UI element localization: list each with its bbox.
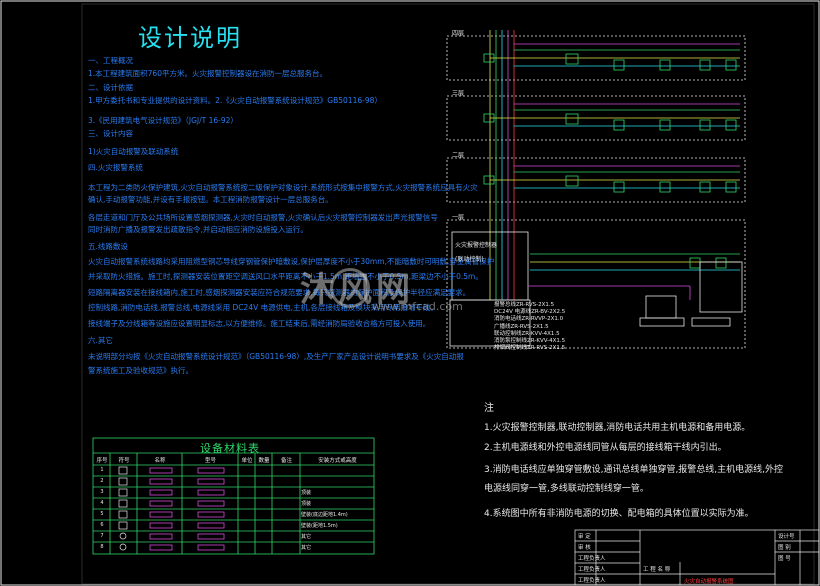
floor-2-bus — [490, 165, 740, 189]
floor-4-bus — [490, 43, 740, 67]
tb-row-3: 工程负责人 — [578, 567, 606, 573]
table-cell: 壁装(距地1.5m) — [301, 523, 338, 529]
materials-header-cell: 序号 — [96, 458, 108, 464]
riser-diagram — [446, 30, 746, 349]
panel-title: 火灾报警控制器 — [455, 242, 498, 249]
spec-line: 三、设计内容 — [88, 129, 133, 138]
cable-legend-item: 排烟阀控制线ZR-RVS-2X1.5 — [494, 345, 566, 352]
table-cell: 6 — [100, 522, 104, 528]
spec-line: 火灾自动报警系统线路均采用阻燃型铜芯导线穿钢管保护暗敷设,保护层厚度不小于30m… — [88, 257, 495, 266]
spec-line: 各层走道和门厅及公共场所设置感烟探测器,火灾时自动报警,火灾确认后火灾报警控制器… — [88, 213, 438, 222]
panel-subtitle: (联动控制) — [455, 256, 484, 263]
materials-header-cell: 型号 — [204, 458, 216, 464]
spec-line: 确认,手动报警功能,并设有手报按钮。本工程消防报警设计一层总服务台。 — [88, 195, 333, 204]
floor-label-1: 一层 — [452, 214, 465, 221]
tb-row-4: 工程负责人 — [578, 578, 606, 584]
page-title: 设计说明 — [138, 24, 242, 52]
floor-label-3: 三层 — [452, 90, 465, 97]
spec-line: 接线端子及分线箱等设施应设置明显标志,以方便维修。施工结束后,需经消防局验收合格… — [88, 319, 431, 328]
table-cell: 2 — [100, 478, 104, 484]
table-cell: 顶装 — [301, 501, 312, 507]
spec-line: 本工程为二类防火保护建筑,火灾自动报警系统按二级保护对象设计.系统形式按集中报警… — [88, 183, 478, 192]
spec-line: 五.线路敷设 — [88, 242, 128, 251]
note-line: 1.火灾报警控制器,联动控制器,消防电话共用主机电源和备用电源。 — [484, 423, 751, 433]
tb-row-0: 审 定 — [578, 534, 591, 540]
materials-header-cell: 符号 — [118, 458, 130, 464]
watermark-url: www.mfcad.com — [372, 300, 463, 313]
spec-line: 二、设计依据 — [88, 83, 133, 92]
tb-project-label: 工 程 名 称 — [643, 567, 671, 573]
floor-3-bus — [490, 103, 740, 127]
tb-row-2: 工程负责人 — [578, 556, 606, 562]
materials-header-cell: 安装方式或高度 — [318, 458, 357, 464]
spec-line: 警系统施工及验收规范》执行。 — [88, 366, 193, 375]
note-line: 3.消防电话线应单独穿管敷设,通讯总线单独穿管,报警总线,主机电源线,外控 — [484, 465, 784, 475]
spec-line: 一、工程概况 — [88, 56, 133, 65]
tb-right-1: 图 别 — [778, 545, 791, 551]
materials-table-title: 设备材料表 — [200, 442, 260, 455]
tb-right-2: 图 号 — [778, 556, 791, 562]
floor-label-4: 四层 — [452, 30, 465, 37]
materials-header-cell: 数量 — [258, 458, 270, 464]
spec-line: 1.甲方委托书和专业提供的设计资料。2.《火灾自动报警系统设计规范》GB5011… — [88, 96, 382, 105]
spec-line: 四.火灾报警系统 — [88, 163, 143, 172]
table-cell: 顶装 — [301, 490, 312, 496]
note-line: 4.系统图中所有非消防电源的切换、配电箱的具体位置以实际为准。 — [484, 509, 754, 519]
table-cell: 其它 — [301, 545, 312, 551]
materials-header-cell: 名称 — [154, 458, 166, 464]
spec-line: 3.《民用建筑电气设计规范》（JGJ/T 16-92） — [88, 116, 238, 125]
table-cell: 4 — [100, 500, 104, 506]
notes-title: 注 — [484, 403, 494, 414]
spec-line: 未说明部分均按《火灾自动报警系统设计规范》（GB50116-98）,及生产厂家产… — [88, 352, 464, 361]
spec-line: 并采取防火措施。施工时,探测器安装位置距空调送风口水平距离不小于1.5m,距墙边… — [88, 272, 483, 281]
spec-line: 六.其它 — [88, 336, 113, 345]
spec-line: 同时消防广播及报警发出疏散指令,并启动相应消防设施投入运行。 — [88, 225, 308, 234]
materials-header-cell: 备注 — [280, 458, 292, 464]
table-cell: 3 — [100, 489, 104, 495]
table-cell: 5 — [100, 511, 104, 517]
tb-right-0: 设计号 — [778, 534, 795, 540]
materials-header-cell: 单位 — [241, 458, 253, 464]
spec-line: 1)火灾自动报警及联动系统 — [88, 147, 179, 156]
note-line: 2.主机电源线和外控电源线同管从每层的接线箱干线内引出。 — [484, 443, 727, 453]
tb-row-1: 审 核 — [578, 545, 591, 551]
table-cell: 1 — [100, 467, 104, 473]
spec-line: 1.本工程建筑面积760平方米。火灾报警控制器设在消防一层总服务台。 — [88, 69, 327, 78]
tb-drawing-name: 火灾自动报警系统图 — [684, 579, 734, 585]
table-cell: 8 — [100, 544, 104, 550]
note-line: 电源线同穿一管,多线联动控制线穿一管。 — [484, 484, 649, 494]
table-cell: 7 — [100, 533, 104, 539]
table-cell: 其它 — [301, 534, 312, 540]
floor-label-2: 二层 — [452, 152, 465, 159]
table-cell: 壁装(底边距地1.4m) — [301, 512, 348, 518]
